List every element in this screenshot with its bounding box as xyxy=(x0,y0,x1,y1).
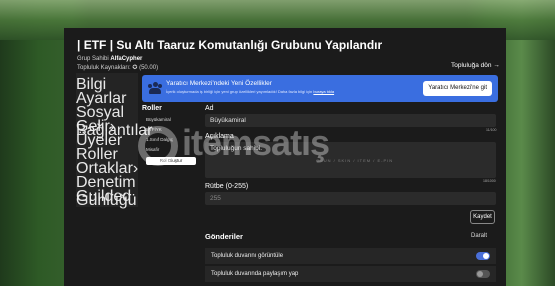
sidebar-item[interactable]: Ortaklar› xyxy=(76,160,138,177)
rank-label: Rütbe (0-255) xyxy=(205,183,249,190)
sidebar-item[interactable]: Üyeler xyxy=(76,132,138,149)
notice-link[interactable]: buraya tıkla xyxy=(313,89,334,94)
permission-label: Topluluk duvarını görüntüle xyxy=(211,253,284,259)
permission-toggle[interactable] xyxy=(476,270,490,278)
resources-value: (50.00) xyxy=(139,65,159,71)
name-counter: 11/100 xyxy=(486,128,497,132)
page-title: | ETF | Su Altı Taaruz Komutanlığı Grubu… xyxy=(77,38,383,52)
notice-body: İçerik oluşturmada iş birliği için yeni … xyxy=(166,89,313,94)
save-button[interactable]: Kaydet xyxy=(470,210,495,224)
sidebar-item[interactable]: Guilded xyxy=(76,188,138,205)
community-resources: Topluluk Kaynakları: ✪ (50.00) xyxy=(77,64,158,71)
robux-icon: ✪ xyxy=(132,65,138,71)
permission-row: Topluluk duvarını görüntüle xyxy=(205,248,496,264)
resources-label: Topluluk Kaynakları: xyxy=(77,65,131,71)
name-label: Ad xyxy=(205,105,214,112)
sidebar-item[interactable]: Sosyal Bağlantılar xyxy=(76,104,153,139)
back-to-community-link[interactable]: Topluluğa dön → xyxy=(451,62,500,69)
rank-input[interactable]: 255 xyxy=(205,192,496,205)
roles-heading: Roller xyxy=(142,105,162,112)
sidebar-item[interactable]: Denetim Günlüğü xyxy=(76,174,138,209)
watermark-tag: OYUN / SKIN / ITEM / E-PIN xyxy=(316,158,394,163)
permission-label: Topluluk duvarında paylaşım yap xyxy=(211,271,299,277)
sidebar-item[interactable]: Ayarlar xyxy=(76,90,138,107)
description-counter: 18/1000 xyxy=(483,179,496,183)
sidebar-item[interactable]: Roller xyxy=(76,146,138,163)
sidebar-item[interactable]: Gelir› xyxy=(76,118,138,135)
notice-text: İçerik oluşturmada iş birliği için yeni … xyxy=(166,89,334,94)
sidebar-item[interactable]: Bilgi xyxy=(76,76,138,93)
owner-name[interactable]: AlfaCypher xyxy=(110,56,142,62)
notice-title: Yaratıcı Merkezi'ndeki Yeni Özellikler xyxy=(166,80,272,87)
permission-toggle[interactable] xyxy=(476,252,490,260)
watermark-logo-icon xyxy=(138,126,178,166)
posts-heading: Gönderiler xyxy=(205,232,243,241)
group-owner: Grup Sahibi AlfaCypher xyxy=(77,56,142,62)
permission-row: Topluluk duvarında paylaşım yap xyxy=(205,266,496,282)
sidebar-item-label: Guilded xyxy=(76,188,132,205)
creator-hub-button[interactable]: Yaratıcı Merkezi'ne git xyxy=(423,81,492,96)
watermark: itemsatış OYUN / SKIN / ITEM / E-PIN xyxy=(138,118,428,178)
collapse-button[interactable]: Daralt xyxy=(471,233,487,239)
notice-banner: Yaratıcı Merkezi'ndeki Yeni Özellikler İ… xyxy=(142,75,498,102)
group-icon xyxy=(148,82,162,94)
owner-label: Grup Sahibi xyxy=(77,56,109,62)
watermark-brand: itemsatış xyxy=(182,122,330,163)
